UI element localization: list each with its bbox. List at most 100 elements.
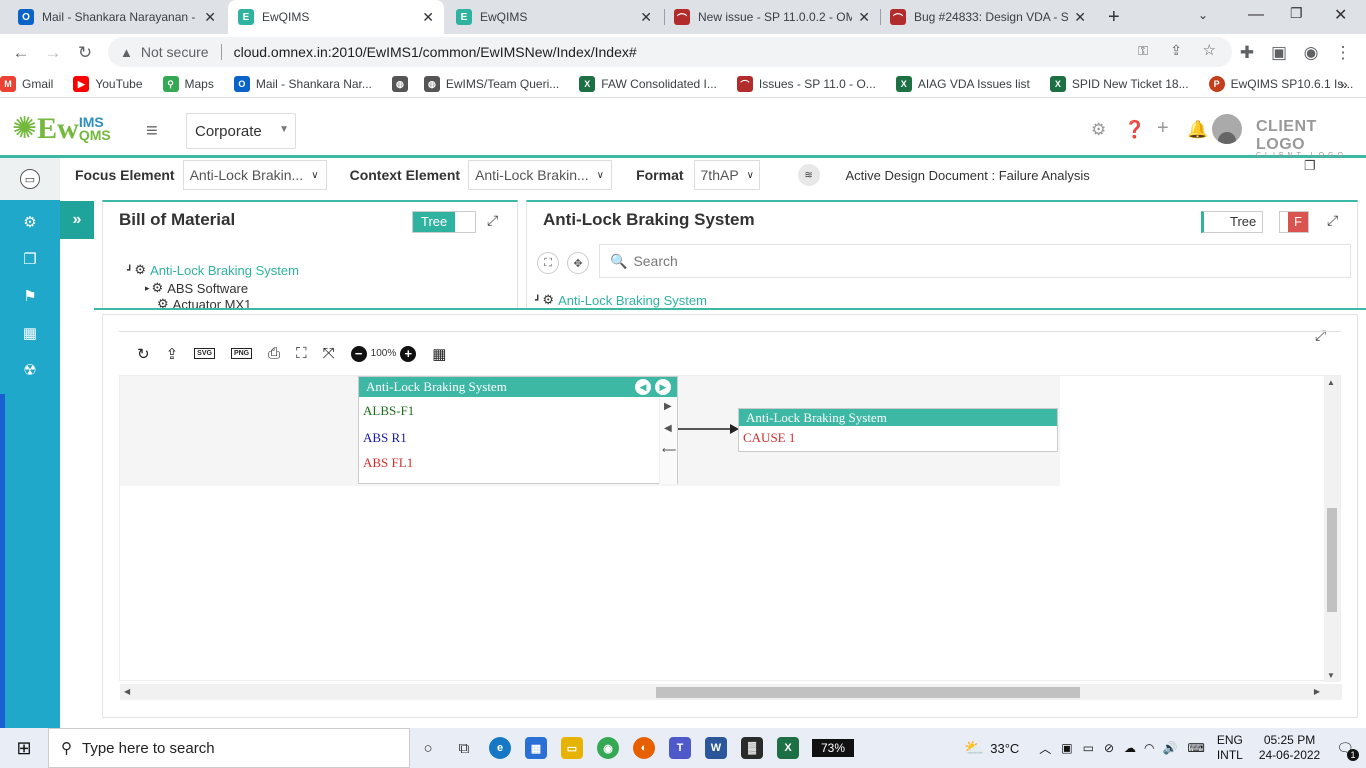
tray-app-icon[interactable]: ▣ (1061, 741, 1072, 755)
focus-element-select[interactable]: Anti-Lock Brakin... ∨ (182, 160, 327, 190)
bookmark-maps[interactable]: ⚲ Maps (162, 76, 214, 92)
diagram-node-function[interactable]: Anti-Lock Braking System ◀ ▶ ALBS-F1 ABS… (358, 376, 678, 484)
flag-icon[interactable]: ⚑ (0, 281, 60, 311)
language-indicator[interactable]: ENG INTL (1217, 733, 1243, 763)
corporate-select[interactable]: Corporate ▼ (186, 113, 296, 149)
fullscreen-icon[interactable]: ⤧ (323, 345, 335, 362)
windows-start-icon[interactable]: ⊞ (0, 738, 48, 759)
battery-app-icon[interactable]: 73% (806, 728, 860, 768)
tree-node-root[interactable]: ┛ ⚙ Anti-Lock Braking System (127, 262, 299, 278)
browser-tab-mail[interactable]: O Mail - Shankara Narayanan - ✕ (8, 0, 226, 34)
cortana-icon[interactable]: ○ (410, 728, 446, 768)
search-input[interactable]: 🔍 Search (599, 244, 1351, 278)
diagram-canvas[interactable]: Anti-Lock Braking System ◀ ▶ ALBS-F1 ABS… (119, 375, 1342, 700)
abs-tree-root[interactable]: ┛ ⚙ Anti-Lock Braking System (535, 292, 707, 308)
expand-all-icon[interactable]: ⛶ (537, 252, 559, 274)
weather-icon[interactable]: ⛅ (964, 738, 984, 758)
ewqims-logo[interactable]: ✺ Ew IMS QMS (12, 112, 111, 146)
export-svg-icon[interactable]: SVG (194, 348, 215, 359)
network-blocked-icon[interactable]: ⊘ (1104, 741, 1114, 755)
add-icon[interactable]: + (1157, 117, 1169, 140)
expand-right-icon[interactable]: ▶ (664, 401, 672, 412)
teams-icon[interactable]: T (662, 728, 698, 768)
terminal-icon[interactable]: ▓ (734, 728, 770, 768)
help-icon[interactable]: ❓ (1124, 120, 1145, 140)
taskbar-search[interactable]: ⚲ Type here to search (48, 728, 410, 768)
abs-tree-toggle[interactable]: Tree (1201, 211, 1264, 233)
keyboard-icon[interactable]: ⌨ (1187, 741, 1204, 755)
expand-icon[interactable]: ⤢ (487, 212, 498, 229)
avatar[interactable] (1212, 114, 1242, 144)
bookmark-mail[interactable]: O Mail - Shankara Nar... (233, 76, 372, 92)
forward-icon[interactable]: → (40, 40, 66, 66)
layers-icon[interactable]: ≋ (797, 164, 820, 186)
upload-icon[interactable]: ⇪ (166, 345, 179, 363)
battery-icon[interactable]: ▭ (1083, 741, 1094, 755)
node-row[interactable]: ALBS-F1 (363, 403, 414, 419)
zoom-in-icon[interactable]: + (400, 345, 417, 362)
grid-icon[interactable]: ▦ (432, 345, 446, 363)
key-icon[interactable]: ⚿ (1138, 43, 1148, 59)
arrow-right-icon[interactable]: ▶ (655, 379, 671, 395)
volume-icon[interactable]: 🔊 (1163, 741, 1178, 755)
scroll-down-icon[interactable]: ▼ (1327, 671, 1335, 680)
bookmark-youtube[interactable]: ▶ YouTube (73, 76, 143, 92)
horizontal-scrollbar[interactable]: ◀ ▶ (120, 684, 1342, 700)
copy-icon[interactable]: ❐ (0, 244, 60, 274)
sidepanel-icon[interactable]: ▣ (1266, 40, 1292, 66)
expand-sidebar-button[interactable]: » (60, 201, 94, 239)
cloud-icon[interactable]: ☁ (1124, 741, 1136, 755)
zoom-out-icon[interactable]: − (350, 345, 367, 362)
tray-chevron-icon[interactable]: ︿ (1039, 740, 1051, 757)
browser-tab-ewqims-active[interactable]: E EwQIMS ✕ (228, 0, 444, 34)
tab-search-icon[interactable]: ⌄ (1198, 8, 1208, 22)
node-row[interactable]: ABS R1 (363, 430, 407, 446)
browser-tab-ewqims[interactable]: E EwQIMS ✕ (446, 0, 662, 34)
share-icon[interactable]: ⇪ (1170, 42, 1182, 59)
restore-icon[interactable]: ❐ (1290, 5, 1303, 22)
menu-kebab-icon[interactable]: ⋮ (1330, 40, 1356, 66)
fit-screen-icon[interactable]: ⛶ (296, 345, 307, 362)
bookmarks-more-icon[interactable]: » (1340, 76, 1348, 92)
bell-icon[interactable]: 🔔 (1187, 120, 1208, 140)
excel-icon[interactable]: X (770, 728, 806, 768)
bookmark-spid[interactable]: X SPID New Ticket 18... (1049, 76, 1189, 92)
clock[interactable]: 05:25 PM 24-06-2022 (1259, 733, 1320, 763)
reload-icon[interactable]: ↻ (72, 40, 98, 66)
chrome-icon[interactable]: ◉ (590, 728, 626, 768)
close-icon[interactable]: ✕ (640, 9, 652, 26)
back-icon[interactable]: ← (8, 40, 34, 66)
edge-icon[interactable]: e (482, 728, 518, 768)
export-png-icon[interactable]: PNG (230, 348, 253, 359)
task-view-icon[interactable]: ⧉ (446, 728, 482, 768)
format-select[interactable]: 7thAP ∨ (693, 160, 760, 190)
bookmark-aiag[interactable]: X AIAG VDA Issues list (895, 76, 1030, 92)
hazard-icon[interactable]: ☢ (0, 355, 60, 385)
address-bar[interactable]: ▲ Not secure cloud.omnex.in:2010/EwIMS1/… (108, 37, 1232, 67)
file-explorer-icon[interactable]: ▭ (554, 728, 590, 768)
firefox-icon[interactable]: ◐ (626, 728, 662, 768)
close-icon[interactable]: ✕ (204, 9, 216, 26)
bookmark-faw[interactable]: X FAW Consolidated I... (579, 76, 717, 92)
bookmark-gmail[interactable]: M Gmail (0, 76, 53, 92)
print-icon[interactable]: ⎙ (268, 345, 280, 362)
close-icon[interactable]: ✕ (1074, 9, 1086, 26)
profile-icon[interactable]: ◉ (1298, 40, 1324, 66)
notifications-icon[interactable]: 🗨 1 (1336, 740, 1359, 761)
refresh-icon[interactable]: ↻ (137, 345, 150, 363)
f-toggle[interactable]: F (1279, 211, 1309, 233)
browser-tab-bug[interactable]: ⌒ Bug #24833: Design VDA - S ✕ (880, 0, 1096, 34)
window-copy-icon[interactable]: ❐ (1304, 158, 1316, 174)
node-row[interactable]: ABS FL1 (363, 455, 413, 471)
context-element-select[interactable]: Anti-Lock Brakin... ∨ (468, 160, 613, 190)
new-tab-button[interactable]: + (1108, 6, 1120, 29)
settings-gear-icon[interactable]: ⚙ (1091, 120, 1106, 140)
word-icon[interactable]: W (698, 728, 734, 768)
scroll-right-icon[interactable]: ▶ (1314, 687, 1320, 696)
collapse-all-icon[interactable]: ✥ (567, 252, 589, 274)
scroll-up-icon[interactable]: ▲ (1327, 378, 1335, 387)
tree-node-abs-software[interactable]: ▸ ⚙ ABS Software (145, 280, 248, 296)
bookmark-team-queries[interactable]: ◍ EwIMS/Team Queri... (423, 76, 559, 92)
building-icon[interactable]: ▦ (0, 318, 60, 348)
browser-tab-new-issue[interactable]: ⌒ New issue - SP 11.0.0.2 - OM ✕ (664, 0, 880, 34)
